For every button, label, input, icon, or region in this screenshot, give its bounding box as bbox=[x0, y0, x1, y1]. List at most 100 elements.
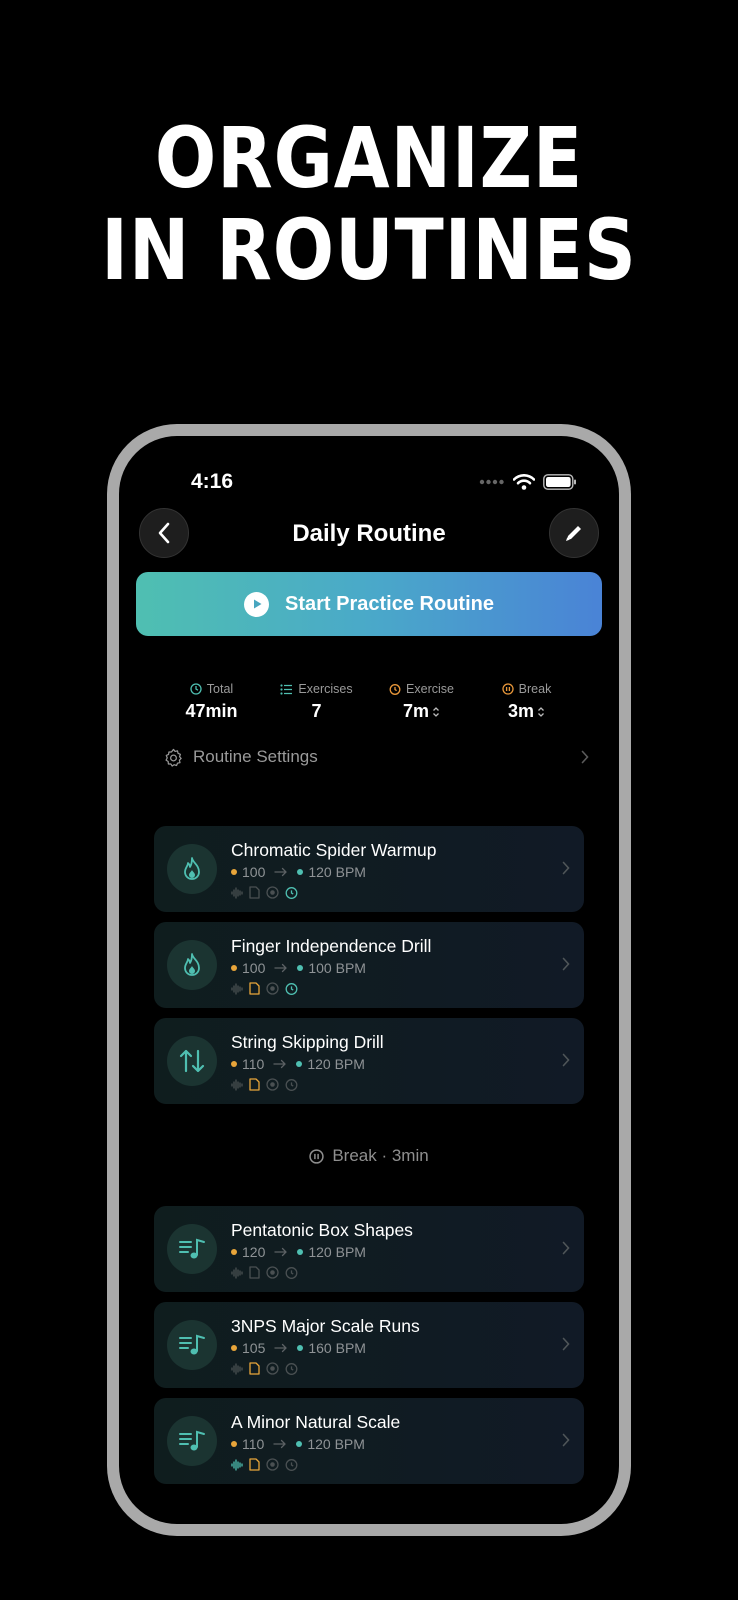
exercise-icon bbox=[167, 1036, 217, 1086]
routine-settings-row[interactable]: Routine Settings bbox=[164, 742, 589, 772]
stat-break-duration[interactable]: Break 3m bbox=[479, 682, 574, 722]
wifi-icon bbox=[513, 474, 535, 490]
music-list-icon bbox=[178, 1333, 206, 1357]
exercise-tags bbox=[231, 1362, 298, 1375]
exercise-tags bbox=[231, 1458, 298, 1471]
music-list-icon bbox=[178, 1429, 206, 1453]
stat-exercises-value: 7 bbox=[311, 701, 322, 721]
stepper-icon bbox=[433, 706, 439, 717]
exercise-bpm: 100 100 BPM bbox=[231, 960, 366, 976]
exercise-tags bbox=[231, 1266, 298, 1279]
stepper-icon bbox=[538, 706, 544, 717]
sheet-icon bbox=[249, 982, 260, 995]
stat-break-value: 3m bbox=[507, 701, 534, 721]
chevron-right-icon bbox=[562, 1433, 570, 1447]
bpm-start: 100 bbox=[242, 960, 266, 976]
bpm-end: 120 BPM bbox=[308, 864, 366, 880]
pencil-icon bbox=[566, 526, 581, 541]
break-label: Break · 3min bbox=[332, 1146, 429, 1165]
chevron-right-icon bbox=[562, 861, 570, 875]
exercise-bpm: 120 120 BPM bbox=[231, 1244, 366, 1260]
list-icon bbox=[280, 683, 293, 695]
exercise-bpm: 110 120 BPM bbox=[231, 1436, 365, 1452]
start-practice-label: Start Practice Routine bbox=[285, 592, 494, 615]
exercise-bpm: 110 120 BPM bbox=[231, 1056, 365, 1072]
exercise-tags bbox=[231, 886, 298, 899]
record-icon bbox=[266, 886, 279, 899]
signal-icon bbox=[479, 479, 504, 485]
status-icons bbox=[479, 474, 577, 490]
stat-exercise-duration[interactable]: Exercise 7m bbox=[374, 682, 469, 722]
chevron-right-icon bbox=[562, 1337, 570, 1351]
bpm-start: 100 bbox=[242, 864, 266, 880]
bpm-end: 100 BPM bbox=[308, 960, 366, 976]
end-dot bbox=[296, 1441, 303, 1447]
waveform-icon bbox=[231, 1266, 243, 1279]
bpm-end: 160 BPM bbox=[308, 1340, 366, 1356]
start-practice-button[interactable]: Start Practice Routine bbox=[136, 572, 602, 636]
exercise-icon bbox=[167, 844, 217, 894]
chevron-right-icon bbox=[562, 1053, 570, 1067]
routine-stats: Total 47min Exercises 7 Exercise 7m Brea… bbox=[164, 682, 574, 722]
arrow-right-icon bbox=[274, 1247, 288, 1257]
exercise-icon bbox=[167, 940, 217, 990]
stat-total: Total 47min bbox=[164, 682, 259, 722]
timer-icon bbox=[285, 1266, 298, 1279]
stat-exercises-label: Exercises bbox=[298, 682, 353, 696]
stat-exercise-value: 7m bbox=[402, 701, 429, 721]
sheet-icon bbox=[249, 1458, 260, 1471]
waveform-icon bbox=[231, 1362, 243, 1375]
record-icon bbox=[266, 1078, 279, 1091]
record-icon bbox=[266, 1362, 279, 1375]
sheet-icon bbox=[249, 1362, 260, 1375]
exercise-bpm: 100 120 BPM bbox=[231, 864, 366, 880]
music-list-icon bbox=[178, 1237, 206, 1261]
timer-icon bbox=[285, 982, 298, 995]
arrow-right-icon bbox=[273, 1439, 287, 1449]
exercise-card[interactable]: Pentatonic Box Shapes 120 120 BPM bbox=[154, 1206, 584, 1292]
start-dot bbox=[231, 1345, 237, 1351]
exercise-title: String Skipping Drill bbox=[231, 1032, 384, 1052]
break-row[interactable]: Break · 3min bbox=[119, 1146, 619, 1166]
arrows-updown-icon bbox=[178, 1048, 206, 1074]
bpm-end: 120 BPM bbox=[307, 1436, 365, 1452]
record-icon bbox=[266, 1266, 279, 1279]
bpm-end: 120 BPM bbox=[308, 1244, 366, 1260]
arrow-right-icon bbox=[274, 963, 288, 973]
bpm-start: 105 bbox=[242, 1340, 266, 1356]
waveform-icon bbox=[231, 982, 243, 995]
record-icon bbox=[266, 982, 279, 995]
exercise-card[interactable]: Finger Independence Drill 100 100 BPM bbox=[154, 922, 584, 1008]
exercise-bpm: 105 160 BPM bbox=[231, 1340, 366, 1356]
exercise-card[interactable]: Chromatic Spider Warmup 100 120 BPM bbox=[154, 826, 584, 912]
exercise-card[interactable]: A Minor Natural Scale 110 120 BPM bbox=[154, 1398, 584, 1484]
waveform-icon bbox=[231, 1078, 243, 1091]
chevron-right-icon bbox=[562, 957, 570, 971]
exercise-title: 3NPS Major Scale Runs bbox=[231, 1316, 420, 1336]
end-dot bbox=[297, 965, 304, 971]
status-time: 4:16 bbox=[191, 470, 234, 493]
timer-icon bbox=[285, 1458, 298, 1471]
headline-line-1: ORGANIZE bbox=[154, 109, 584, 207]
timer-icon bbox=[285, 1362, 298, 1375]
stat-exercises: Exercises 7 bbox=[269, 682, 364, 722]
timer-icon bbox=[285, 1078, 298, 1091]
chevron-right-icon bbox=[581, 750, 589, 764]
sheet-icon bbox=[249, 1266, 260, 1279]
start-dot bbox=[231, 1441, 237, 1447]
page-title: Daily Routine bbox=[292, 520, 446, 547]
timer-icon bbox=[389, 684, 401, 695]
stat-total-label: Total bbox=[206, 682, 234, 696]
exercise-card[interactable]: 3NPS Major Scale Runs 105 160 BPM bbox=[154, 1302, 584, 1388]
stat-exercise-label: Exercise bbox=[406, 682, 454, 696]
bpm-start: 110 bbox=[242, 1056, 265, 1072]
bpm-start: 120 bbox=[242, 1244, 266, 1260]
headline-line-2: IN ROUTINES bbox=[101, 201, 637, 299]
phone-frame: 4:16 Daily Routine Start Practice Routin… bbox=[107, 424, 631, 1536]
edit-button[interactable] bbox=[549, 508, 599, 558]
bpm-start: 110 bbox=[242, 1436, 265, 1452]
exercise-icon bbox=[167, 1416, 217, 1466]
exercise-card[interactable]: String Skipping Drill 110 120 BPM bbox=[154, 1018, 584, 1104]
arrow-right-icon bbox=[274, 1343, 288, 1353]
chevron-right-icon bbox=[562, 1241, 570, 1255]
